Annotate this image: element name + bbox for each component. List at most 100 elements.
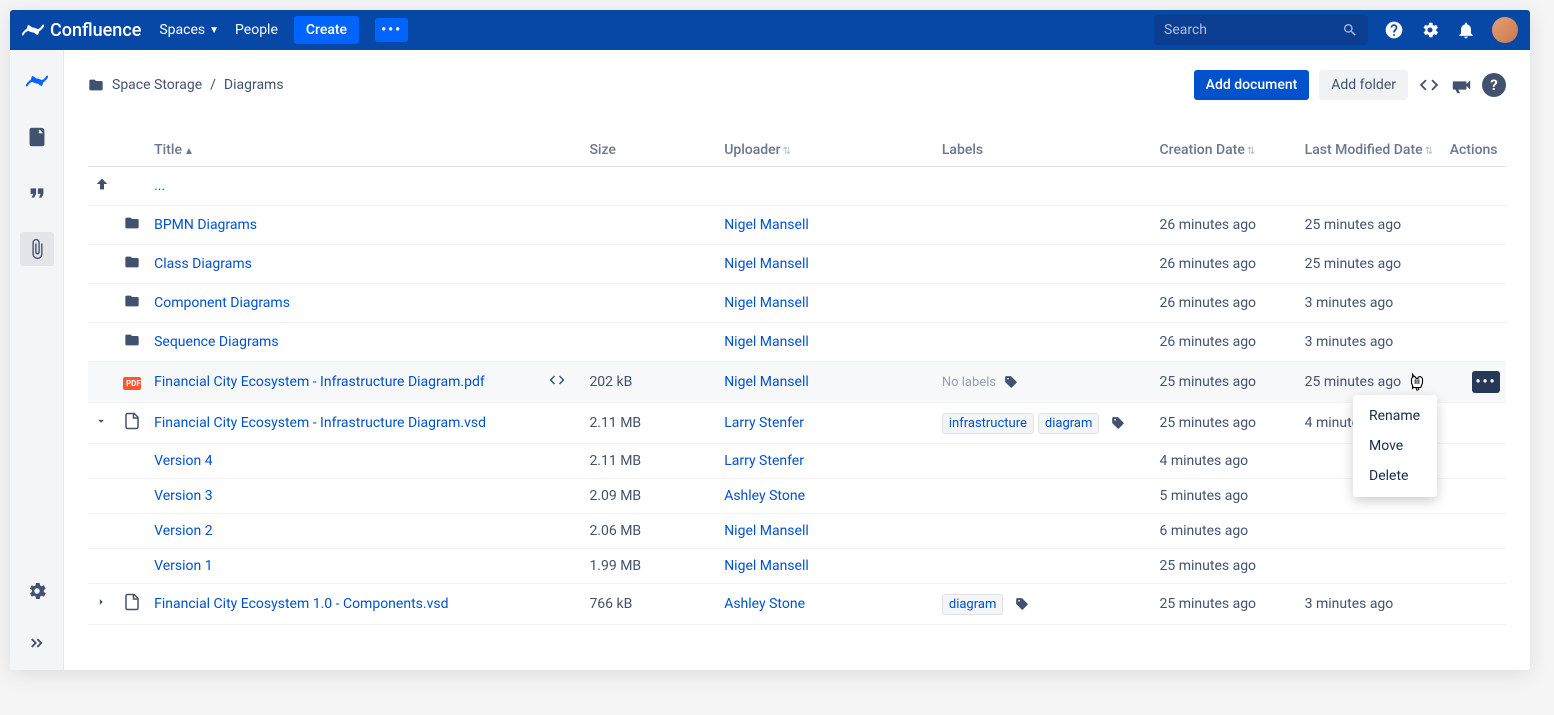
table-row: Sequence DiagramsNigel Mansell26 minutes… [88, 323, 1506, 362]
row-labels [936, 245, 1154, 284]
row-modified-date: 3 minutes ago [1299, 323, 1444, 362]
row-labels [936, 323, 1154, 362]
more-button[interactable]: ••• [375, 18, 408, 42]
embed-icon[interactable] [548, 377, 566, 393]
row-labels [936, 549, 1154, 584]
table-row: BPMN DiagramsNigel Mansell26 minutes ago… [88, 206, 1506, 245]
settings-icon[interactable] [1420, 20, 1440, 40]
row-labels [936, 206, 1154, 245]
row-creation-date: 6 minutes ago [1154, 514, 1299, 549]
nav-people[interactable]: People [235, 22, 278, 38]
rail-quote-icon[interactable] [20, 176, 54, 210]
menu-delete[interactable]: Delete [1353, 461, 1437, 491]
breadcrumb-root[interactable]: Space Storage [112, 77, 202, 93]
row-title[interactable]: Version 4 [154, 453, 212, 469]
pdf-icon: PDF [123, 377, 141, 390]
create-button[interactable]: Create [294, 16, 359, 44]
row-creation-date: 25 minutes ago [1154, 362, 1299, 403]
notifications-icon[interactable] [1456, 20, 1476, 40]
row-creation-date: 25 minutes ago [1154, 584, 1299, 625]
row-uploader[interactable]: Larry Stenfer [724, 453, 804, 469]
parent-row[interactable]: ... [88, 167, 1506, 206]
header-actions: Add document Add folder ? [1194, 70, 1506, 100]
row-title[interactable]: Financial City Ecosystem - Infrastructur… [154, 415, 486, 431]
add-folder-button[interactable]: Add folder [1319, 70, 1408, 100]
folder-icon [123, 258, 141, 274]
row-uploader[interactable]: Nigel Mansell [724, 217, 809, 233]
nav-spaces[interactable]: Spaces ▼ [159, 22, 219, 38]
page-header: Space Storage / Diagrams Add document Ad… [88, 70, 1506, 100]
folder-icon [88, 77, 104, 93]
row-title[interactable]: Financial City Ecosystem - Infrastructur… [154, 374, 485, 390]
row-uploader[interactable]: Nigel Mansell [724, 334, 809, 350]
main-content: Space Storage / Diagrams Add document Ad… [64, 50, 1530, 670]
row-uploader[interactable]: Nigel Mansell [724, 558, 809, 574]
rail-space-icon[interactable] [20, 64, 54, 98]
col-size[interactable]: Size [583, 134, 718, 167]
row-creation-date: 26 minutes ago [1154, 245, 1299, 284]
row-uploader[interactable]: Ashley Stone [724, 488, 805, 504]
chevron-down-icon[interactable] [94, 414, 108, 428]
row-title[interactable]: Component Diagrams [154, 295, 290, 311]
rail-settings-icon[interactable] [20, 574, 54, 608]
row-uploader[interactable]: Nigel Mansell [724, 523, 809, 539]
col-modified-date[interactable]: Last Modified Date⇅ [1299, 134, 1444, 167]
row-actions-button[interactable]: ••• [1472, 371, 1500, 393]
col-title[interactable]: Title▲ [148, 134, 542, 167]
row-uploader[interactable]: Nigel Mansell [724, 256, 809, 272]
parent-link[interactable]: ... [154, 178, 165, 194]
table-row: Version 22.06 MBNigel Mansell6 minutes a… [88, 514, 1506, 549]
label-chip[interactable]: diagram [942, 594, 1004, 615]
table-row: Version 11.99 MBNigel Mansell25 minutes … [88, 549, 1506, 584]
search-icon [1342, 22, 1358, 38]
tag-icon[interactable] [1107, 415, 1125, 431]
row-size: 2.11 MB [583, 403, 718, 444]
col-uploader[interactable]: Uploader⇅ [718, 134, 936, 167]
row-creation-date: 25 minutes ago [1154, 549, 1299, 584]
row-title[interactable]: Sequence Diagrams [154, 334, 278, 350]
row-uploader[interactable]: Nigel Mansell [724, 295, 809, 311]
row-title[interactable]: Version 1 [154, 558, 212, 574]
tag-icon[interactable] [1000, 374, 1018, 390]
col-labels[interactable]: Labels [936, 134, 1154, 167]
rail-collapse-icon[interactable] [20, 626, 54, 660]
breadcrumb-current: Diagrams [224, 77, 284, 93]
search-input[interactable] [1164, 22, 1342, 38]
help-icon[interactable] [1384, 20, 1404, 40]
table-row: Financial City Ecosystem - Infrastructur… [88, 403, 1506, 444]
row-title[interactable]: Version 3 [154, 488, 212, 504]
col-creation-date[interactable]: Creation Date⇅ [1154, 134, 1299, 167]
user-avatar[interactable] [1492, 17, 1518, 43]
row-title[interactable]: BPMN Diagrams [154, 217, 257, 233]
search-box[interactable] [1154, 15, 1368, 45]
row-uploader[interactable]: Ashley Stone [724, 596, 805, 612]
row-title[interactable]: Financial City Ecosystem 1.0 - Component… [154, 596, 448, 612]
row-uploader[interactable]: Nigel Mansell [724, 374, 809, 390]
product-logo[interactable]: Confluence [22, 19, 141, 41]
row-title[interactable]: Version 2 [154, 523, 212, 539]
tag-icon[interactable] [1011, 596, 1029, 612]
help-button[interactable]: ? [1482, 73, 1506, 97]
rail-attachments-icon[interactable] [20, 232, 54, 266]
menu-rename[interactable]: Rename [1353, 401, 1437, 431]
table-row: PDF Financial City Ecosystem - Infrastruc… [88, 362, 1506, 403]
row-labels [936, 284, 1154, 323]
table-row: Version 32.09 MBAshley Stone5 minutes ag… [88, 479, 1506, 514]
menu-move[interactable]: Move [1353, 431, 1437, 461]
folder-icon [123, 297, 141, 313]
megaphone-icon[interactable] [1450, 74, 1472, 96]
label-chip[interactable]: infrastructure [942, 413, 1034, 434]
rail-pages-icon[interactable] [20, 120, 54, 154]
table-row: Version 42.11 MBLarry Stenfer4 minutes a… [88, 444, 1506, 479]
row-labels: No labels [936, 362, 1154, 403]
row-creation-date: 4 minutes ago [1154, 444, 1299, 479]
label-chip[interactable]: diagram [1038, 413, 1100, 434]
row-uploader[interactable]: Larry Stenfer [724, 415, 804, 431]
top-nav: Confluence Spaces ▼ People Create ••• [10, 10, 1530, 50]
sort-asc-icon: ▲ [184, 146, 194, 157]
chevron-right-icon[interactable] [94, 595, 108, 609]
row-title[interactable]: Class Diagrams [154, 256, 252, 272]
add-document-button[interactable]: Add document [1194, 70, 1310, 100]
file-icon [123, 599, 141, 615]
embed-code-icon[interactable] [1418, 74, 1440, 96]
